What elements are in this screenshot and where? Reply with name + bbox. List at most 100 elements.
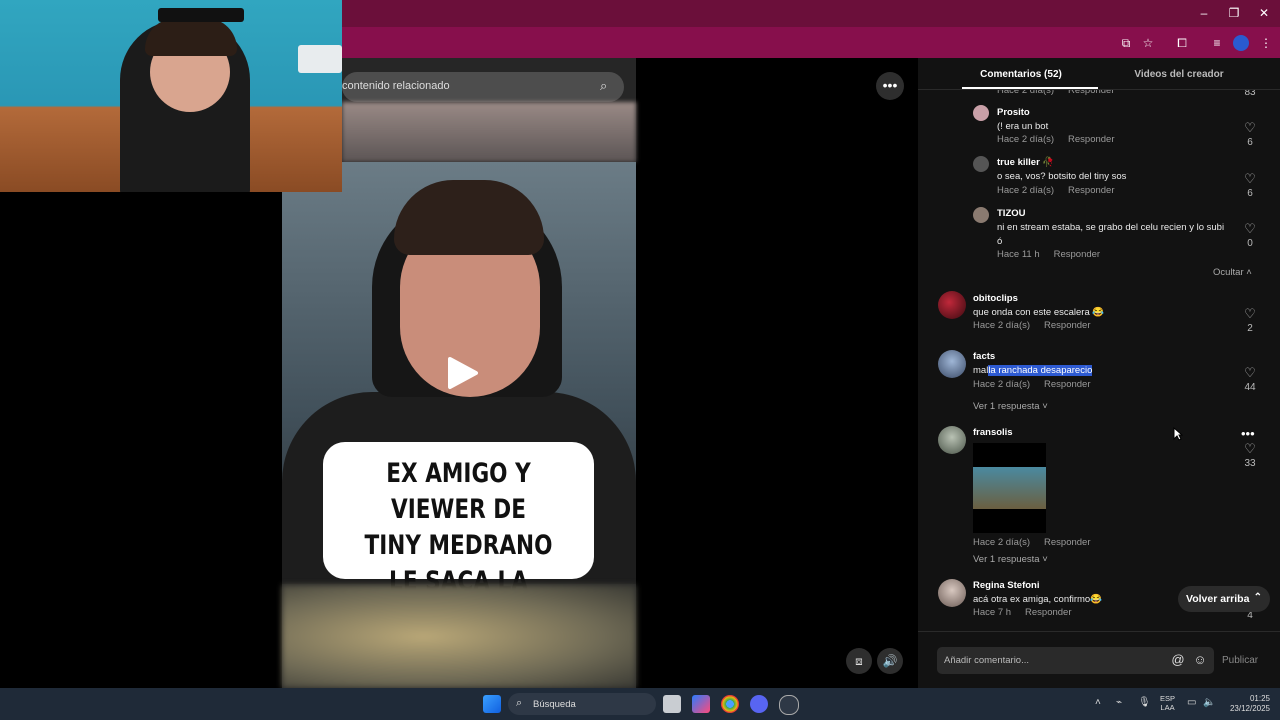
avatar[interactable]: [973, 156, 989, 172]
heart-icon[interactable]: ♡: [1243, 222, 1257, 236]
reply-button[interactable]: Responder: [1025, 607, 1071, 618]
comment-author[interactable]: facts: [973, 351, 995, 362]
heart-icon[interactable]: ♡: [1243, 121, 1257, 135]
language-indicator[interactable]: ESP LAA: [1160, 694, 1175, 712]
reply-button[interactable]: Responder: [1068, 185, 1114, 196]
discord-icon[interactable]: [750, 695, 768, 713]
emoji-icon[interactable]: ☺: [1192, 652, 1208, 668]
comment-meta: Hace 2 día(s) Responder: [973, 379, 1091, 390]
comment-text: o sea, vos? botsito del tiny sos: [997, 171, 1127, 182]
heart-icon[interactable]: ♡: [1243, 366, 1257, 380]
comment-text: ni en stream estaba, se grabo del celu r…: [997, 222, 1225, 233]
tray-overflow-icon[interactable]: ˄: [1095, 697, 1101, 708]
divider: [918, 631, 1280, 632]
avatar[interactable]: [973, 207, 989, 223]
comment-author[interactable]: Regina Stefoni: [973, 580, 1040, 591]
like-count: 2: [1247, 323, 1253, 334]
comment-meta: Hace 2 día(s) Responder: [997, 134, 1115, 145]
chevron-up-icon: ˄: [1246, 267, 1252, 278]
comment-meta: Hace 11 h Responder: [997, 249, 1101, 260]
chevron-down-icon: ˅: [1042, 554, 1048, 565]
comment-meta: Hace 2 día(s) Responder: [997, 185, 1115, 196]
avatar[interactable]: [938, 426, 966, 454]
more-options-icon[interactable]: •••: [876, 72, 904, 100]
avatar[interactable]: [973, 105, 989, 121]
display-icon[interactable]: ▭: [1187, 697, 1196, 708]
like-count: 0: [1247, 238, 1253, 249]
view-replies-button[interactable]: Ver 1 respuesta ˅: [973, 401, 1048, 412]
comment-text-continued: ó: [997, 236, 1003, 247]
windows-start-icon[interactable]: [483, 695, 501, 713]
comment-author[interactable]: true killer 🥀: [997, 157, 1054, 168]
video-caption: EX AMIGO Y VIEWER DE TINY MEDRANO LE SAC…: [323, 442, 594, 633]
comment-text: acá otra ex amiga, confirmo😂: [973, 594, 1103, 605]
reply-button[interactable]: Responder: [1044, 320, 1090, 331]
minimize-icon[interactable]: –: [1194, 5, 1214, 21]
profile-icon[interactable]: [1233, 35, 1249, 51]
like-count: 33: [1244, 458, 1256, 469]
floating-player-icon[interactable]: ⧈: [846, 648, 872, 674]
install-app-icon[interactable]: ⧉: [1118, 35, 1134, 51]
blurred-preview-top: [342, 102, 636, 162]
heart-icon[interactable]: ♡: [1243, 307, 1257, 321]
comment-meta: Hace 2 día(s) Responder: [973, 537, 1091, 548]
microphone-icon[interactable]: 🎙: [1138, 697, 1151, 708]
comment-text: que onda con este escalera 😂: [973, 307, 1105, 318]
caption-line-1: EX AMIGO Y VIEWER DE: [386, 458, 531, 525]
like-count: 44: [1244, 382, 1256, 393]
reply-button[interactable]: Responder: [1044, 379, 1090, 390]
app-icon[interactable]: [779, 695, 799, 715]
streamer-hair: [145, 18, 237, 56]
network-icon[interactable]: ⌁: [1116, 697, 1122, 708]
caption-line-2: TINY MEDRANO: [364, 530, 553, 561]
arrow-up-icon: ⌃: [1253, 592, 1262, 603]
heart-icon[interactable]: ♡: [1243, 172, 1257, 186]
taskbar-search[interactable]: ⌕ Búsqueda: [508, 693, 656, 715]
tab-comments[interactable]: Comentarios (52): [962, 69, 1080, 80]
close-icon[interactable]: ✕: [1254, 5, 1274, 21]
mouse-cursor-icon: [1173, 427, 1183, 441]
comment-more-icon[interactable]: •••: [1241, 426, 1255, 441]
avatar[interactable]: [938, 579, 966, 607]
search-icon[interactable]: ⌕: [600, 78, 614, 93]
reply-button[interactable]: Responder: [1054, 249, 1100, 260]
avatar[interactable]: [938, 291, 966, 319]
video-figure-hair: [394, 180, 544, 255]
play-icon[interactable]: [444, 355, 480, 391]
comment-text: (! era un bot: [997, 121, 1049, 132]
chrome-icon[interactable]: [721, 695, 739, 713]
comment-meta: Hace 2 día(s) Responder: [973, 320, 1091, 331]
file-explorer-icon[interactable]: [663, 695, 681, 713]
speaker-icon[interactable]: 🔈: [1203, 697, 1215, 708]
clock[interactable]: 01:25 23/12/2025: [1226, 694, 1270, 714]
avatar[interactable]: [938, 350, 966, 378]
mention-icon[interactable]: @: [1170, 652, 1186, 668]
restore-icon[interactable]: ❐: [1224, 5, 1244, 21]
heart-icon[interactable]: ♡: [1243, 442, 1257, 456]
comment-image[interactable]: [973, 443, 1046, 533]
search-placeholder: contenido relacionado: [342, 80, 450, 92]
menu-icon[interactable]: ⋮: [1258, 35, 1274, 51]
tab-creator-videos[interactable]: Videos del creador: [1120, 69, 1238, 80]
publish-button[interactable]: Publicar: [1222, 655, 1258, 666]
reply-button[interactable]: Responder: [1044, 537, 1090, 548]
media-icon[interactable]: ≡: [1209, 35, 1225, 51]
view-replies-button[interactable]: Ver 1 respuesta ˅: [973, 554, 1048, 565]
like-count: 6: [1247, 137, 1253, 148]
comment-author[interactable]: Prosito: [997, 107, 1030, 118]
tab-active-indicator: [962, 87, 1098, 89]
volume-icon[interactable]: 🔊: [877, 648, 903, 674]
search-icon: ⌕: [516, 697, 523, 709]
related-search-bar[interactable]: contenido relacionado ⌕: [342, 72, 624, 102]
reply-button[interactable]: Responder: [1068, 134, 1114, 145]
comment-author[interactable]: obitoclips: [973, 293, 1018, 304]
comment-author[interactable]: TIZOU: [997, 208, 1026, 219]
back-to-top-button[interactable]: Volver arriba ⌃: [1178, 586, 1270, 612]
star-icon[interactable]: ☆: [1140, 35, 1156, 51]
chevron-down-icon: ˅: [1042, 401, 1048, 412]
hide-replies-button[interactable]: Ocultar ˄: [1213, 267, 1252, 278]
comment-meta: Hace 7 h Responder: [973, 607, 1072, 618]
copilot-icon[interactable]: [692, 695, 710, 713]
comment-author[interactable]: fransolis: [973, 427, 1013, 438]
extensions-icon[interactable]: ⧠: [1174, 35, 1190, 51]
